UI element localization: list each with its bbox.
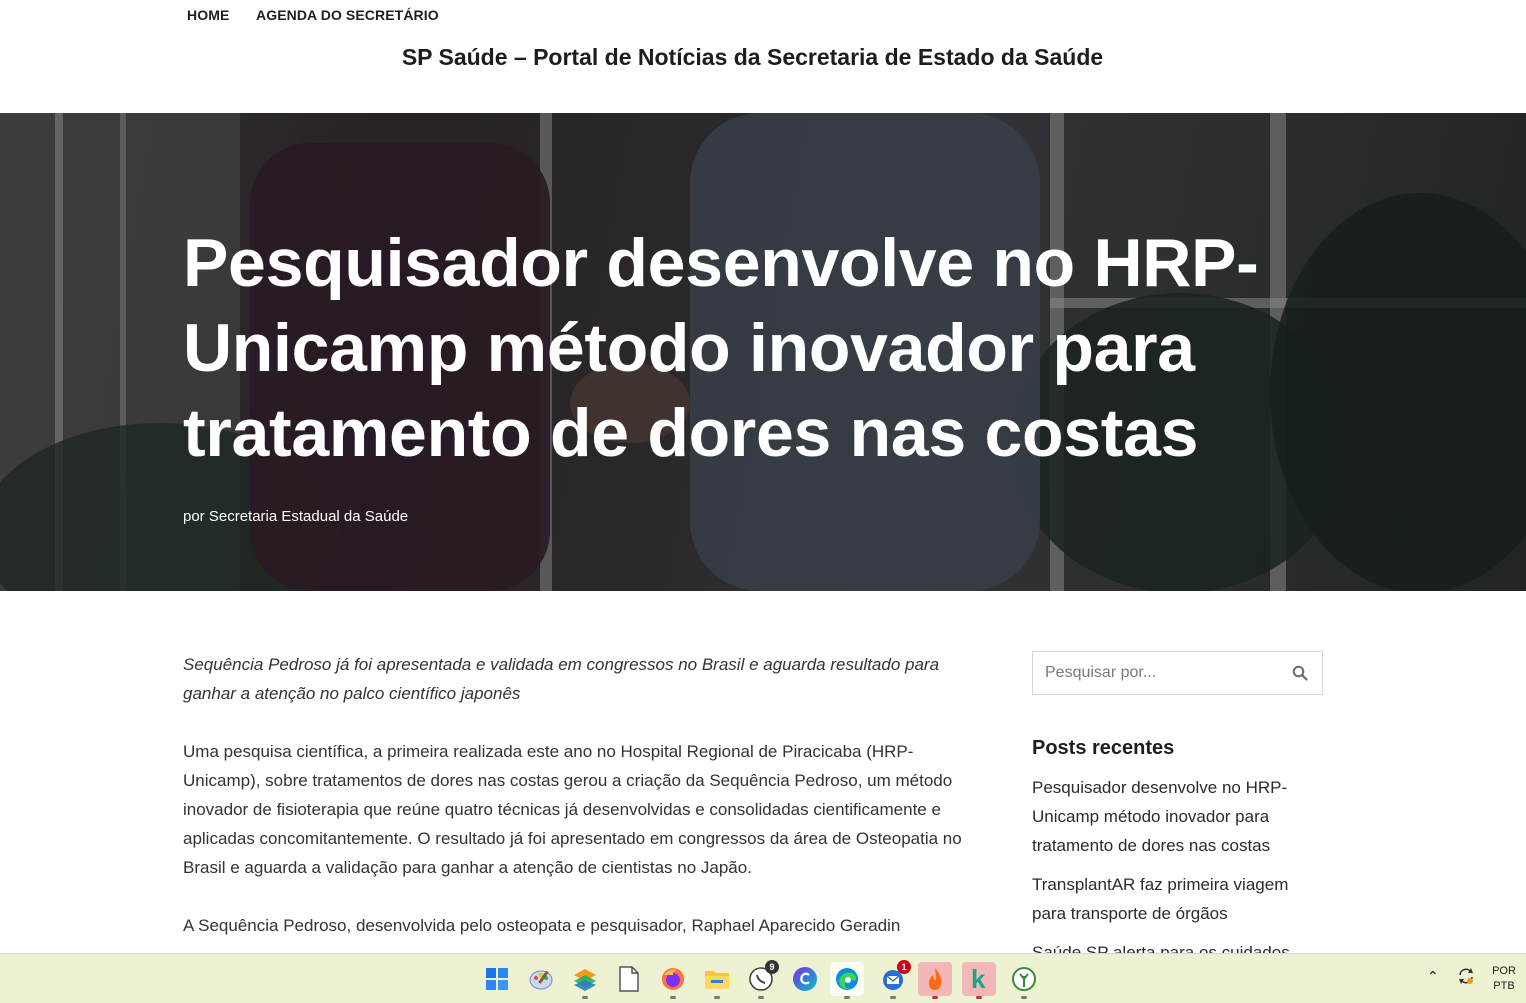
article-lead: Sequência Pedroso já foi apresentada e v… xyxy=(183,655,940,703)
thunderbird-icon[interactable]: 1 xyxy=(876,960,911,999)
running-indicator xyxy=(1021,996,1027,999)
keyboard-layout-code: PTB xyxy=(1493,980,1515,992)
whatsapp-badge: 9 xyxy=(765,960,779,974)
recent-posts-list: Pesquisador desenvolve no HRP-Unicamp mé… xyxy=(1032,773,1322,977)
recent-posts-heading: Posts recentes xyxy=(1032,737,1175,759)
file-explorer-icon[interactable] xyxy=(700,962,734,999)
layers-app-icon[interactable] xyxy=(568,962,602,999)
running-indicator xyxy=(932,996,938,999)
sync-icon[interactable] xyxy=(1456,966,1476,986)
article-byline[interactable]: por Secretaria Estadual da Saúde xyxy=(183,508,408,525)
recent-post-item: Pesquisador desenvolve no HRP-Unicamp mé… xyxy=(1032,773,1322,860)
k-app-icon[interactable]: k xyxy=(962,962,996,999)
flame-app-icon[interactable] xyxy=(918,962,952,999)
nav-home-link[interactable]: HOME xyxy=(187,7,229,23)
running-indicator xyxy=(844,996,850,999)
running-indicator xyxy=(890,996,896,999)
article-paragraph: A Sequência Pedroso, desenvolvida pelo o… xyxy=(183,916,901,935)
search-form xyxy=(1032,651,1323,695)
tree-app-icon[interactable] xyxy=(1007,962,1041,999)
input-language-indicator[interactable]: POR PTB xyxy=(1491,964,1517,994)
whatsapp-icon[interactable]: 9 xyxy=(744,960,779,999)
recent-post-link[interactable]: Pesquisador desenvolve no HRP-Unicamp mé… xyxy=(1032,778,1287,855)
search-icon[interactable] xyxy=(1292,665,1308,681)
document-app-icon[interactable] xyxy=(612,962,646,996)
svg-text:k: k xyxy=(971,966,986,992)
recent-post-item: TransplantAR faz primeira viagem para tr… xyxy=(1032,870,1322,928)
running-indicator xyxy=(714,996,720,999)
running-indicator xyxy=(582,996,588,999)
search-input[interactable] xyxy=(1033,652,1283,694)
recent-post-link[interactable]: TransplantAR faz primeira viagem para tr… xyxy=(1032,875,1288,923)
firefox-icon[interactable] xyxy=(656,962,690,999)
article-body: Sequência Pedroso já foi apresentada e v… xyxy=(183,650,973,969)
language-code: POR xyxy=(1492,965,1516,977)
windows-start-icon[interactable] xyxy=(480,962,514,996)
article-paragraph: Uma pesquisa científica, a primeira real… xyxy=(183,742,962,877)
top-navigation: HOME AGENDA DO SECRETÁRIO xyxy=(0,0,1526,30)
running-indicator xyxy=(670,996,676,999)
running-indicator xyxy=(976,996,982,999)
windows-taskbar: 9 1 k xyxy=(0,953,1526,1003)
paint-app-icon[interactable] xyxy=(524,962,558,996)
tray-chevron-up-icon[interactable]: ⌃ xyxy=(1427,968,1439,985)
canva-icon[interactable] xyxy=(788,962,822,996)
site-title[interactable]: SP Saúde – Portal de Notícias da Secreta… xyxy=(0,44,1505,71)
edge-browser-icon[interactable] xyxy=(830,962,864,999)
nav-agenda-link[interactable]: AGENDA DO SECRETÁRIO xyxy=(256,7,439,23)
thunderbird-badge: 1 xyxy=(897,960,911,974)
hero-banner: Pesquisador desenvolve no HRP-Unicamp mé… xyxy=(0,113,1526,591)
article-title: Pesquisador desenvolve no HRP-Unicamp mé… xyxy=(183,225,1259,471)
running-indicator xyxy=(758,996,764,999)
